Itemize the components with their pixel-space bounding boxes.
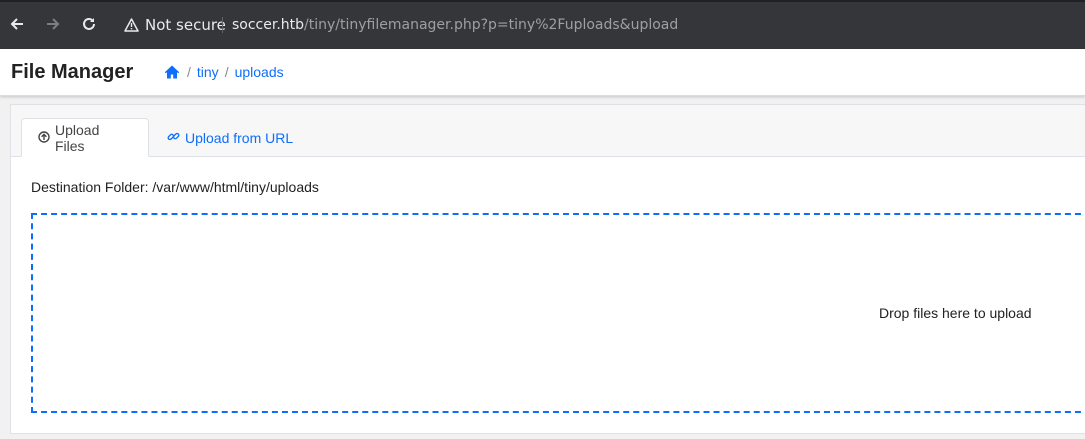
browser-tab-strip [0,0,1085,2]
back-button[interactable] [7,14,27,34]
home-icon[interactable] [164,64,180,80]
breadcrumb-separator: / [224,64,229,80]
tab-upload-files[interactable]: Upload Files [21,118,149,157]
card-tabs: Upload Files Upload from URL [11,105,1085,157]
breadcrumb-item-tiny[interactable]: tiny [197,64,219,80]
app-navbar: File Manager / tiny / uploads [0,49,1085,96]
link-icon [167,130,180,146]
security-label: Not secure [145,16,226,34]
breadcrumb-separator: / [187,64,191,80]
reload-icon [83,17,95,30]
destination-folder-label: Destination Folder: /var/www/html/tiny/u… [31,179,319,195]
url-path: /tiny/tinyfilemanager.php?p=tiny%2Fuploa… [304,17,679,33]
tab-upload-from-url[interactable]: Upload from URL [151,118,309,157]
page-title[interactable]: File Manager [11,61,133,84]
browser-toolbar: Not secure soccer.htb/tiny/tinyfilemanag… [0,0,1085,49]
upload-circle-icon [38,130,50,146]
forward-button[interactable] [43,14,63,34]
arrow-left-icon [10,18,23,30]
security-indicator[interactable]: Not secure [124,15,226,35]
url-host: soccer.htb [232,17,305,33]
url-divider [222,17,223,33]
warning-icon [124,18,139,32]
breadcrumb: / tiny / uploads [164,64,284,80]
dropzone-message: Drop files here to upload [879,305,1032,321]
tab-upload-from-url-label: Upload from URL [185,129,294,146]
breadcrumb-item-uploads[interactable]: uploads [235,64,284,80]
address-bar[interactable]: soccer.htb/tiny/tinyfilemanager.php?p=ti… [232,15,678,35]
arrow-right-icon [47,18,60,30]
tab-upload-files-label: Upload Files [55,121,100,154]
reload-button[interactable] [79,14,99,34]
file-dropzone[interactable]: Drop files here to upload [31,213,1085,413]
upload-card: Upload Files Upload from URL Destination… [10,104,1085,434]
